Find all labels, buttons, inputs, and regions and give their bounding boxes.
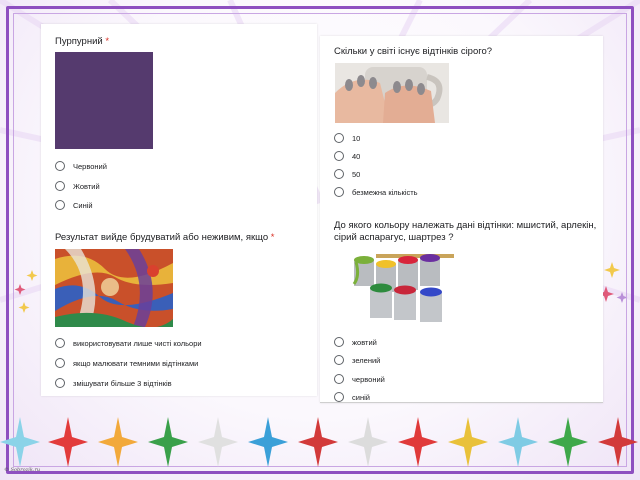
radio-button[interactable] <box>55 358 65 368</box>
question-text-line: сірий аспарагус, шартрез ? <box>334 232 454 243</box>
decorative-stars-row <box>0 417 638 467</box>
option-label: Синій <box>73 200 93 210</box>
radio-button[interactable] <box>55 161 65 171</box>
radio-button[interactable] <box>334 151 344 161</box>
question-grey-title: Скільки у світі існує відтінків сірого? <box>334 46 493 57</box>
radio-button[interactable] <box>334 355 344 365</box>
question-muddy-title: Результат вийде брудуватий або неживим, … <box>55 232 274 244</box>
watermark: © Sobrozik.ru <box>4 467 41 473</box>
option-40[interactable]: 40 <box>334 150 360 162</box>
option-label: використовувати лише чисті кольори <box>73 338 202 348</box>
quiz-card-left: Пурпурний * Червоний Жовтий Синій Резуль… <box>41 24 317 396</box>
radio-button[interactable] <box>55 338 65 348</box>
option-label: 10 <box>352 133 361 143</box>
radio-button[interactable] <box>55 181 65 191</box>
marbled-paint-image <box>55 249 173 327</box>
radio-button[interactable] <box>55 378 65 388</box>
radio-button[interactable] <box>334 337 344 347</box>
radio-button[interactable] <box>334 374 344 384</box>
option-label: червоний <box>352 374 385 384</box>
star-icons <box>0 417 638 467</box>
question-green-shades-title: До якого кольору належать дані відтінки:… <box>334 220 596 244</box>
question-text-line: До якого кольору належать дані відтінки:… <box>334 220 597 231</box>
option-mix-more-than-three[interactable]: змішувати більше 3 відтінків <box>55 377 172 389</box>
option-label: 50 <box>352 169 361 179</box>
radio-button[interactable] <box>334 187 344 197</box>
option-dark-shades[interactable]: якщо малювати темними відтінками <box>55 357 198 369</box>
option-yellow[interactable]: Жовтий <box>55 180 100 192</box>
option-label: змішувати більше 3 відтінків <box>73 378 172 388</box>
option-50[interactable]: 50 <box>334 168 360 180</box>
option-label: зелений <box>352 355 381 365</box>
option-10[interactable]: 10 <box>334 132 360 144</box>
option-label: синій <box>352 392 370 402</box>
required-mark: * <box>270 232 275 243</box>
question-text: Результат вийде брудуватий або неживим, … <box>55 232 269 243</box>
option-label: 40 <box>352 151 361 161</box>
option-infinite[interactable]: безмежна кількість <box>334 186 418 198</box>
option-label: безмежна кількість <box>352 187 418 197</box>
grey-nails-mug-image <box>335 63 449 123</box>
option-pure-colors[interactable]: використовувати лише чисті кольори <box>55 337 202 349</box>
question-purple-title: Пурпурний * <box>55 36 109 48</box>
option-label: жовтий <box>352 337 377 347</box>
radio-button[interactable] <box>55 200 65 210</box>
purple-swatch-image <box>55 52 153 149</box>
question-text: Пурпурний <box>55 36 103 47</box>
option-yellow-shade[interactable]: жовтий <box>334 336 377 348</box>
option-label: Червоний <box>73 161 107 171</box>
radio-button[interactable] <box>334 133 344 143</box>
option-blue[interactable]: Синій <box>55 199 93 211</box>
option-red-shade[interactable]: червоний <box>334 373 385 385</box>
quiz-card-right: Скільки у світі існує відтінків сірого? … <box>320 36 603 403</box>
radio-button[interactable] <box>334 392 344 402</box>
option-label: Жовтий <box>73 181 100 191</box>
option-blue-shade[interactable]: синій <box>334 391 370 403</box>
radio-button[interactable] <box>334 169 344 179</box>
required-mark: * <box>105 36 110 47</box>
option-green-shade[interactable]: зелений <box>334 354 380 366</box>
option-red[interactable]: Червоний <box>55 160 107 172</box>
paint-cans-image <box>352 254 454 322</box>
option-label: якщо малювати темними відтінками <box>73 358 199 368</box>
